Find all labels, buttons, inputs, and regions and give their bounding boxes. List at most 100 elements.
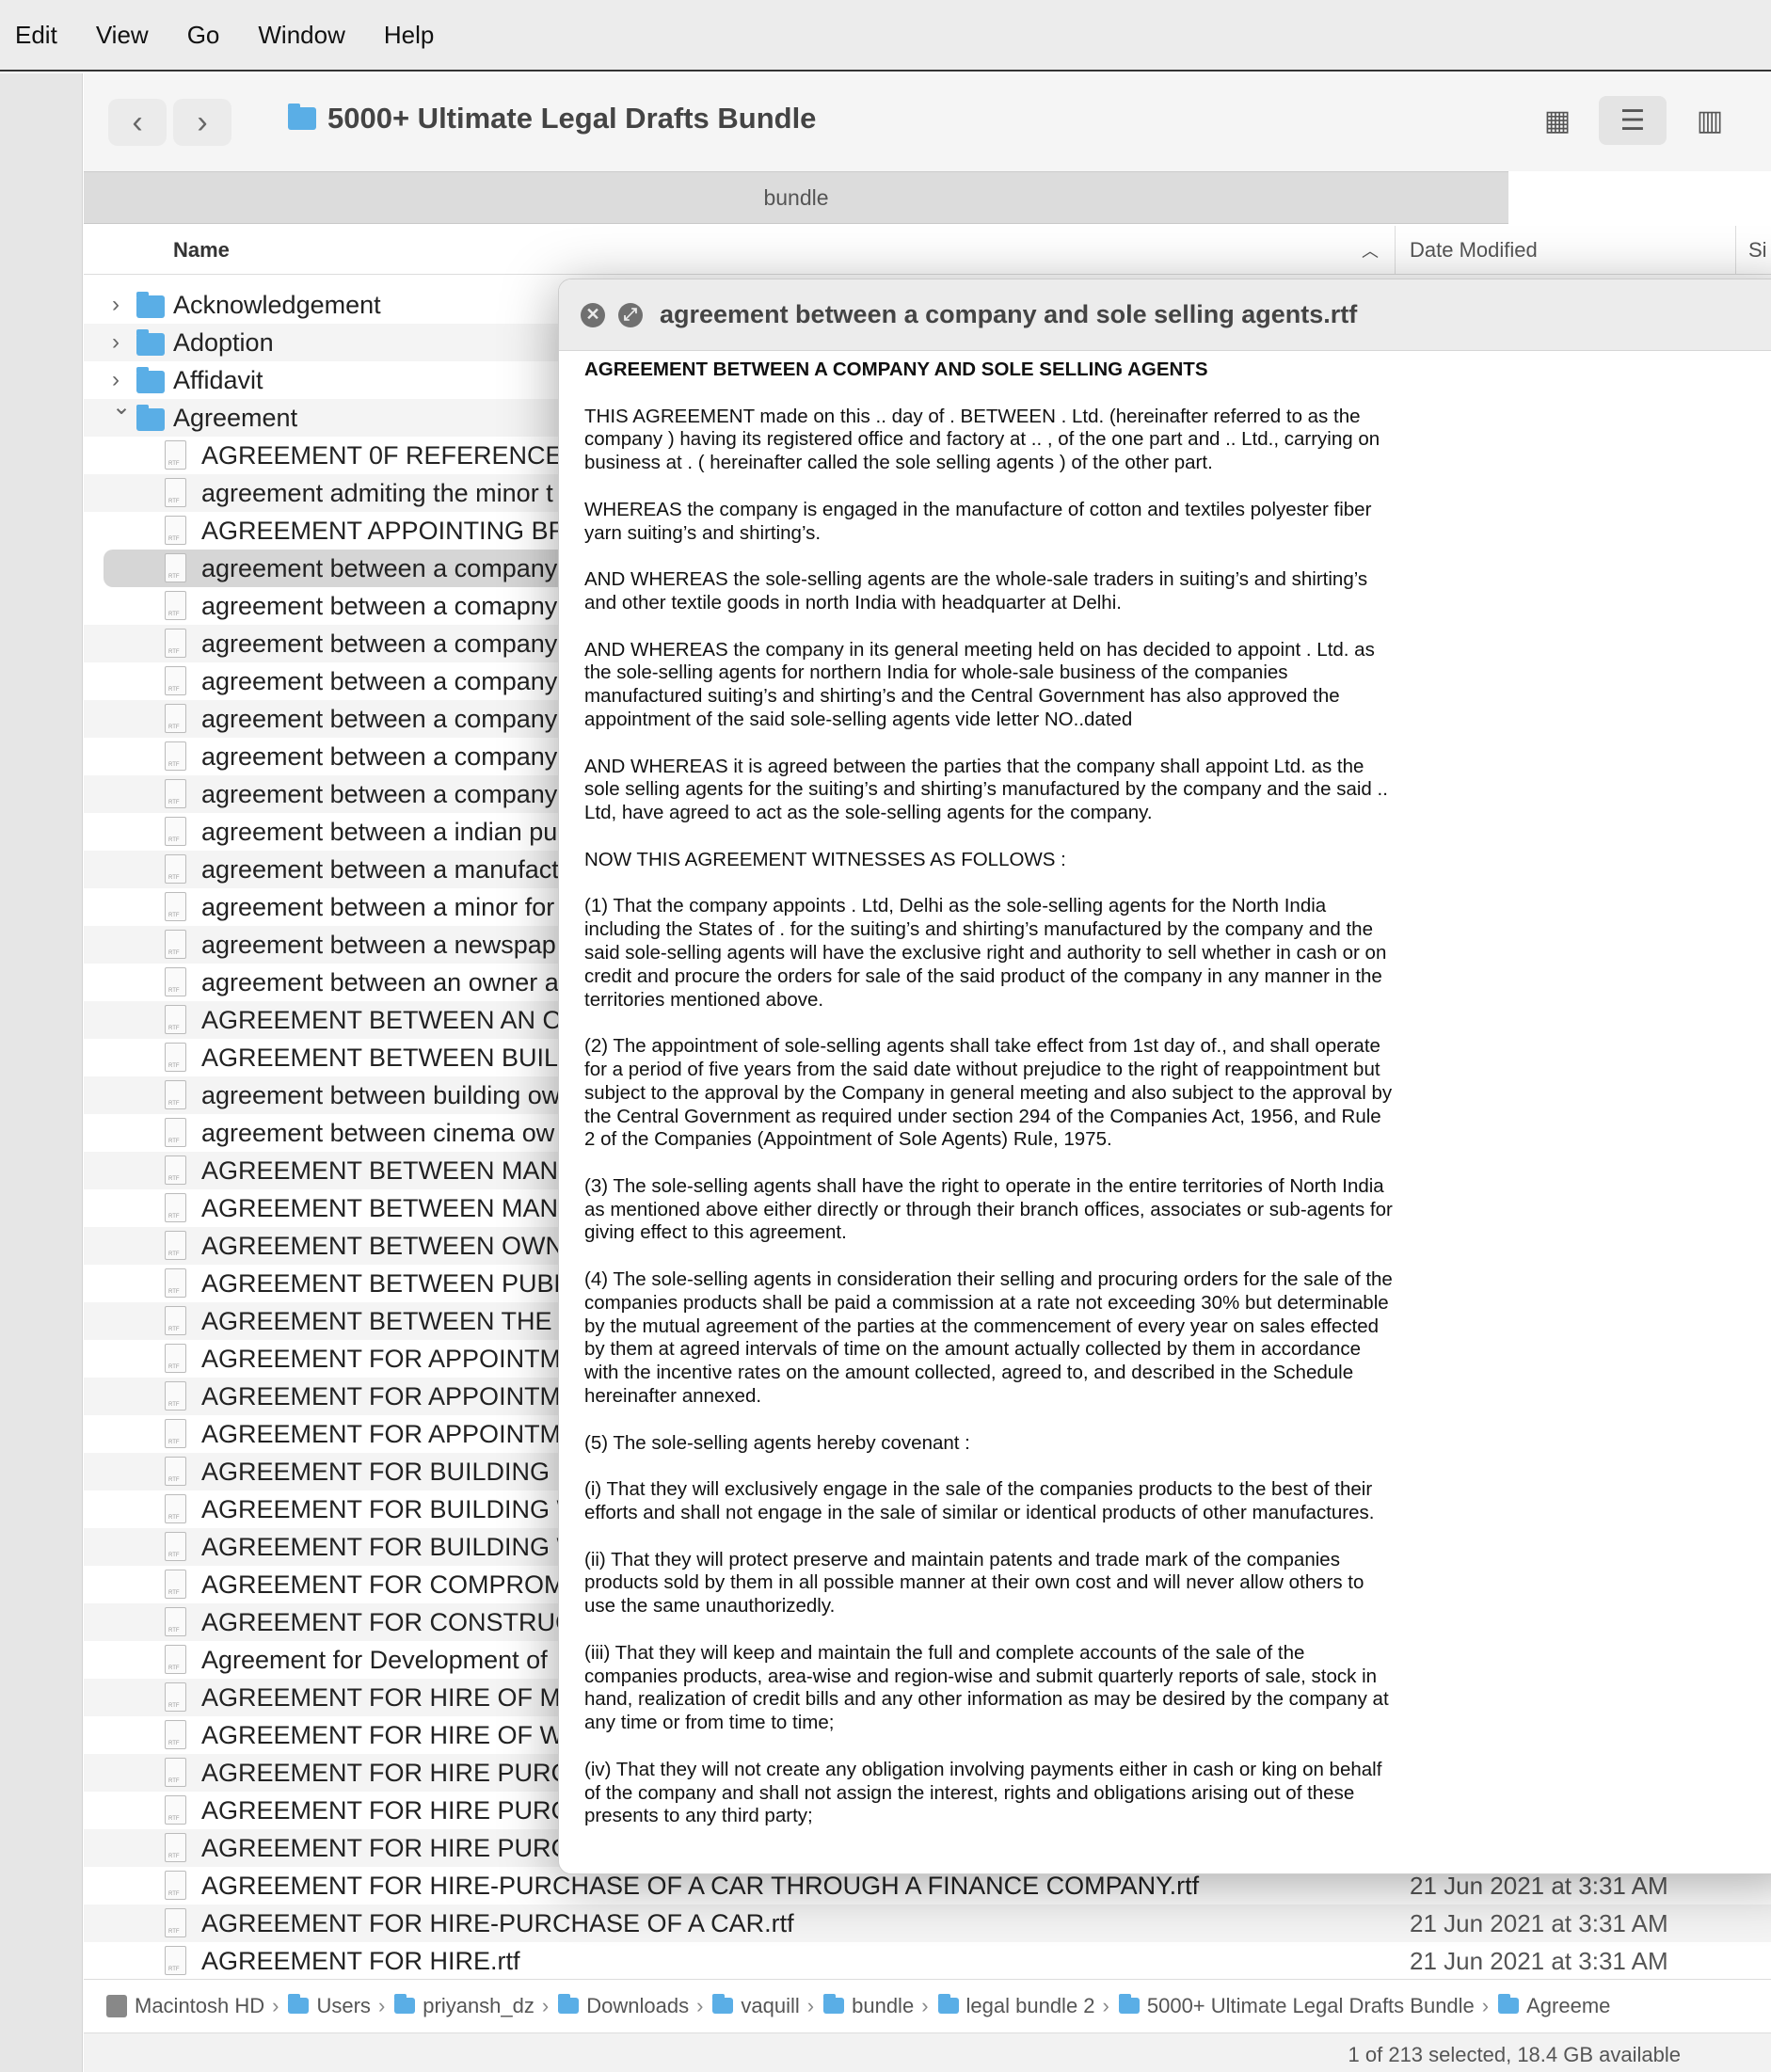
file-name: agreement admiting the minor t xyxy=(201,478,553,507)
close-icon[interactable]: ✕ xyxy=(581,302,605,327)
path-label: 5000+ Ultimate Legal Drafts Bundle xyxy=(1146,1993,1475,2017)
chevron-right-icon[interactable]: › xyxy=(112,329,120,356)
file-name: AGREEMENT BETWEEN MANUF xyxy=(201,1193,593,1222)
document-paragraph: (2) The appointment of sole-selling agen… xyxy=(584,1035,1393,1151)
path-item[interactable]: vaquill xyxy=(712,1994,800,2018)
file-name: agreement between a manufact xyxy=(201,854,559,884)
file-name: AGREEMENT 0F REFERENCE TO xyxy=(201,440,604,470)
chevron-right-icon[interactable]: › xyxy=(112,292,120,318)
file-name: AGREEMENT FOR APPOINTMEN xyxy=(201,1344,597,1373)
path-item[interactable]: Macintosh HD xyxy=(106,1994,264,2018)
hard-drive-icon xyxy=(106,1994,127,2017)
rtf-file-icon xyxy=(165,1381,186,1411)
column-size[interactable]: Si xyxy=(1748,238,1767,263)
column-view-button[interactable]: ▥ xyxy=(1676,96,1744,145)
rtf-file-icon xyxy=(165,1043,186,1072)
menu-window[interactable]: Window xyxy=(258,21,344,50)
file-date: 21 Jun 2021 at 3:31 AM xyxy=(1410,1871,1668,1900)
rtf-file-icon xyxy=(165,1457,186,1486)
rtf-file-icon xyxy=(165,892,186,921)
menu-go[interactable]: Go xyxy=(187,21,220,50)
folder-name: Agreement xyxy=(173,403,298,432)
document-paragraph: (iii) That they will keep and maintain t… xyxy=(584,1641,1389,1734)
file-name: agreement between a company xyxy=(201,704,558,733)
column-name[interactable]: Name xyxy=(173,238,230,263)
rtf-file-icon xyxy=(165,1871,186,1900)
document-content: AGREEMENT BETWEEN A COMPANY AND SOLE SEL… xyxy=(559,351,1396,1828)
menu-help[interactable]: Help xyxy=(384,21,434,50)
fullscreen-icon[interactable]: ⤢ xyxy=(618,302,643,327)
chevron-right-icon: › xyxy=(272,1993,279,2017)
rtf-file-icon xyxy=(165,1193,186,1222)
file-row[interactable]: AGREEMENT FOR HIRE.rtf 21 Jun 2021 at 3:3… xyxy=(84,1942,1771,1980)
file-name: AGREEMENT BETWEEN THE CO xyxy=(201,1306,598,1335)
path-label: Users xyxy=(316,1993,371,2017)
path-label: priyansh_dz xyxy=(423,1993,534,2017)
rtf-file-icon xyxy=(165,1908,186,1937)
file-name: agreement between a company xyxy=(201,629,558,658)
rtf-file-icon xyxy=(165,1946,186,1975)
file-name: AGREEMENT BETWEEN PUBLIS xyxy=(201,1268,593,1298)
chevron-right-icon: › xyxy=(806,1993,815,2017)
path-item[interactable]: 5000+ Ultimate Legal Drafts Bundle xyxy=(1118,1993,1475,2018)
grid-icon: ▦ xyxy=(1543,104,1572,136)
menu-edit[interactable]: Edit xyxy=(15,21,57,50)
column-date-modified[interactable]: Date Modified xyxy=(1410,238,1538,263)
back-button[interactable]: ‹ xyxy=(108,99,167,146)
path-label: Downloads xyxy=(586,1993,690,2017)
list-icon: ☰ xyxy=(1619,104,1646,136)
rtf-file-icon xyxy=(165,1156,186,1185)
file-name: AGREEMENT FOR HIRE-PURCHASE OF A CAR.rtf xyxy=(201,1908,794,1937)
list-view-button[interactable]: ☰ xyxy=(1599,96,1667,145)
file-name: AGREEMENT FOR COMPROMIS xyxy=(201,1570,590,1599)
folder-icon xyxy=(288,1994,310,2014)
rtf-file-icon xyxy=(165,1758,186,1787)
chevron-right-icon: › xyxy=(541,1993,550,2017)
path-item[interactable]: Agreeme xyxy=(1498,1994,1610,2018)
rtf-file-icon xyxy=(165,1344,186,1373)
file-name: AGREEMENT FOR HIRE PURCH xyxy=(201,1833,588,1862)
folder-name: Acknowledgement xyxy=(173,290,381,319)
document-heading: AGREEMENT BETWEEN A COMPANY AND SOLE SEL… xyxy=(584,359,1208,380)
path-item[interactable]: bundle xyxy=(823,1994,914,2018)
file-name: agreement between a minor for xyxy=(201,892,555,921)
rtf-file-icon xyxy=(165,1080,186,1109)
chevron-up-icon: ︿ xyxy=(1362,242,1379,261)
path-item[interactable]: priyansh_dz xyxy=(394,1994,534,2018)
folder-icon xyxy=(288,104,316,130)
rtf-file-icon xyxy=(165,629,186,658)
document-paragraph: (iv) That they will not create any oblig… xyxy=(584,1758,1382,1827)
document-paragraph: (i) That they will exclusively engage in… xyxy=(584,1478,1375,1524)
file-name: AGREEMENT BETWEEN BUILDE xyxy=(201,1043,594,1072)
file-name: AGREEMENT FOR HIRE PURCH xyxy=(201,1795,588,1825)
chevron-left-icon: ‹ xyxy=(132,104,143,140)
menu-view[interactable]: View xyxy=(96,21,149,50)
icon-view-button[interactable]: ▦ xyxy=(1524,96,1591,145)
forward-button[interactable]: › xyxy=(173,99,231,146)
path-item[interactable]: Users xyxy=(288,1993,371,2018)
folder-icon xyxy=(136,329,165,356)
rtf-file-icon xyxy=(165,1645,186,1674)
tab-bundle[interactable]: bundle xyxy=(84,171,1508,224)
rtf-file-icon xyxy=(165,741,186,771)
chevron-down-icon[interactable]: ⌄ xyxy=(112,393,131,421)
file-name: AGREEMENT BETWEEN OWNER xyxy=(201,1231,599,1260)
chevron-right-icon: › xyxy=(197,104,208,140)
file-name: agreement between a company xyxy=(201,553,558,582)
rtf-file-icon xyxy=(165,516,186,545)
file-name: AGREEMENT FOR BUILDING WI xyxy=(201,1494,588,1523)
quick-look-panel: ✕ ⤢ agreement between a company and sole… xyxy=(558,279,1771,1874)
chevron-right-icon: › xyxy=(1481,1993,1490,2017)
folder-icon xyxy=(558,1994,580,2014)
file-name: agreement between a indian pu xyxy=(201,817,558,846)
file-row[interactable]: AGREEMENT FOR HIRE-PURCHASE OF A CAR.rtf… xyxy=(84,1905,1771,1942)
path-label: Macintosh HD xyxy=(135,1993,265,2017)
folder-name: Adoption xyxy=(173,327,274,357)
path-item[interactable]: Downloads xyxy=(558,1994,689,2018)
path-item[interactable]: legal bundle 2 xyxy=(937,1994,1095,2018)
document-paragraph: AND WHEREAS the sole-selling agents are … xyxy=(584,568,1368,614)
quick-look-header: ✕ ⤢ agreement between a company and sole… xyxy=(559,279,1771,351)
chevron-right-icon: › xyxy=(1102,1993,1109,2017)
chevron-right-icon[interactable]: › xyxy=(112,367,120,393)
file-name: AGREEMENT FOR APPOINTMEN xyxy=(201,1381,597,1411)
